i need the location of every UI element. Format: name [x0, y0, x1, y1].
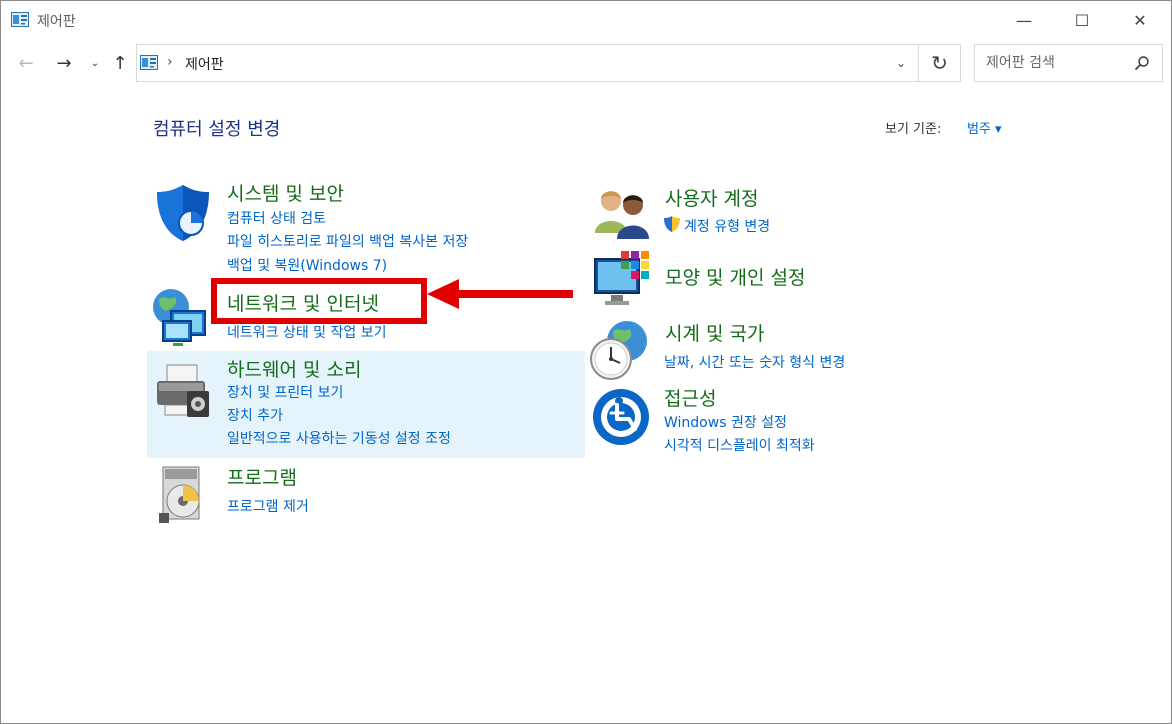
- user-accounts-title[interactable]: 사용자 계정: [665, 184, 758, 211]
- backup-restore-link[interactable]: 백업 및 복원(Windows 7): [227, 255, 387, 275]
- title-bar: 제어판 — ☐ ✕: [1, 1, 1171, 39]
- address-dropdown-button[interactable]: ⌄: [896, 56, 906, 70]
- printer-icon[interactable]: [151, 361, 215, 425]
- view-by-label: 보기 기준:: [885, 122, 942, 137]
- optimize-display-link[interactable]: 시각적 디스플레이 최적화: [664, 435, 815, 455]
- forward-button[interactable]: →: [49, 48, 79, 78]
- red-arrow-icon: [427, 279, 573, 309]
- refresh-button[interactable]: ↻: [919, 44, 961, 82]
- recommended-settings-link[interactable]: Windows 권장 설정: [664, 412, 787, 432]
- add-device-link[interactable]: 장치 추가: [227, 405, 283, 425]
- window-title: 제어판: [37, 14, 76, 30]
- back-button[interactable]: ←: [11, 48, 41, 78]
- search-icon[interactable]: [1134, 55, 1150, 71]
- devices-printers-link[interactable]: 장치 및 프린터 보기: [227, 382, 343, 402]
- close-button[interactable]: ✕: [1111, 1, 1169, 39]
- network-globe-icon[interactable]: [151, 285, 215, 349]
- uac-shield-icon: [664, 216, 680, 232]
- accessibility-title[interactable]: 접근성: [664, 384, 716, 411]
- address-bar[interactable]: › 제어판 ⌄: [136, 44, 919, 82]
- network-status-link[interactable]: 네트워크 상태 및 작업 보기: [227, 322, 386, 342]
- programs-icon[interactable]: [151, 463, 215, 527]
- up-button[interactable]: ↑: [107, 48, 133, 78]
- accessibility-icon[interactable]: [589, 385, 653, 449]
- breadcrumb-separator[interactable]: ›: [167, 54, 173, 70]
- control-panel-icon: [11, 12, 29, 27]
- clock-region-title[interactable]: 시계 및 국가: [665, 319, 764, 346]
- breadcrumb-control-panel[interactable]: 제어판: [185, 54, 224, 74]
- change-account-type-link[interactable]: 계정 유형 변경: [684, 216, 770, 236]
- shield-icon[interactable]: [151, 181, 215, 245]
- appearance-icon[interactable]: [591, 249, 655, 313]
- recent-locations-button[interactable]: ⌄: [85, 48, 105, 78]
- maximize-button[interactable]: ☐: [1053, 1, 1111, 39]
- programs-title[interactable]: 프로그램: [227, 463, 297, 490]
- hardware-sound-title[interactable]: 하드웨어 및 소리: [227, 355, 361, 382]
- control-panel-icon: [140, 55, 158, 70]
- view-by-dropdown[interactable]: 범주 ▾: [967, 118, 1002, 137]
- user-accounts-icon[interactable]: [591, 181, 655, 245]
- date-time-format-link[interactable]: 날짜, 시간 또는 숫자 형식 변경: [664, 352, 845, 372]
- page-title: 컴퓨터 설정 변경: [153, 119, 281, 140]
- uninstall-program-link[interactable]: 프로그램 제거: [227, 496, 309, 516]
- search-input[interactable]: [975, 45, 1125, 81]
- search-box[interactable]: [974, 44, 1163, 82]
- file-history-link[interactable]: 파일 히스토리로 파일의 백업 복사본 저장: [227, 231, 468, 251]
- review-status-link[interactable]: 컴퓨터 상태 검토: [227, 208, 326, 228]
- appearance-title[interactable]: 모양 및 개인 설정: [665, 263, 805, 290]
- highlight-box: [211, 278, 427, 324]
- minimize-button[interactable]: —: [995, 1, 1053, 39]
- control-panel-window: 제어판 — ☐ ✕ ← → ⌄ ↑ › 제어판 ⌄ ↻ 컴퓨터 설정 변경 보기…: [0, 0, 1172, 724]
- clock-region-icon[interactable]: [589, 319, 653, 383]
- mobility-settings-link[interactable]: 일반적으로 사용하는 기동성 설정 조정: [227, 428, 451, 448]
- system-security-title[interactable]: 시스템 및 보안: [227, 179, 344, 206]
